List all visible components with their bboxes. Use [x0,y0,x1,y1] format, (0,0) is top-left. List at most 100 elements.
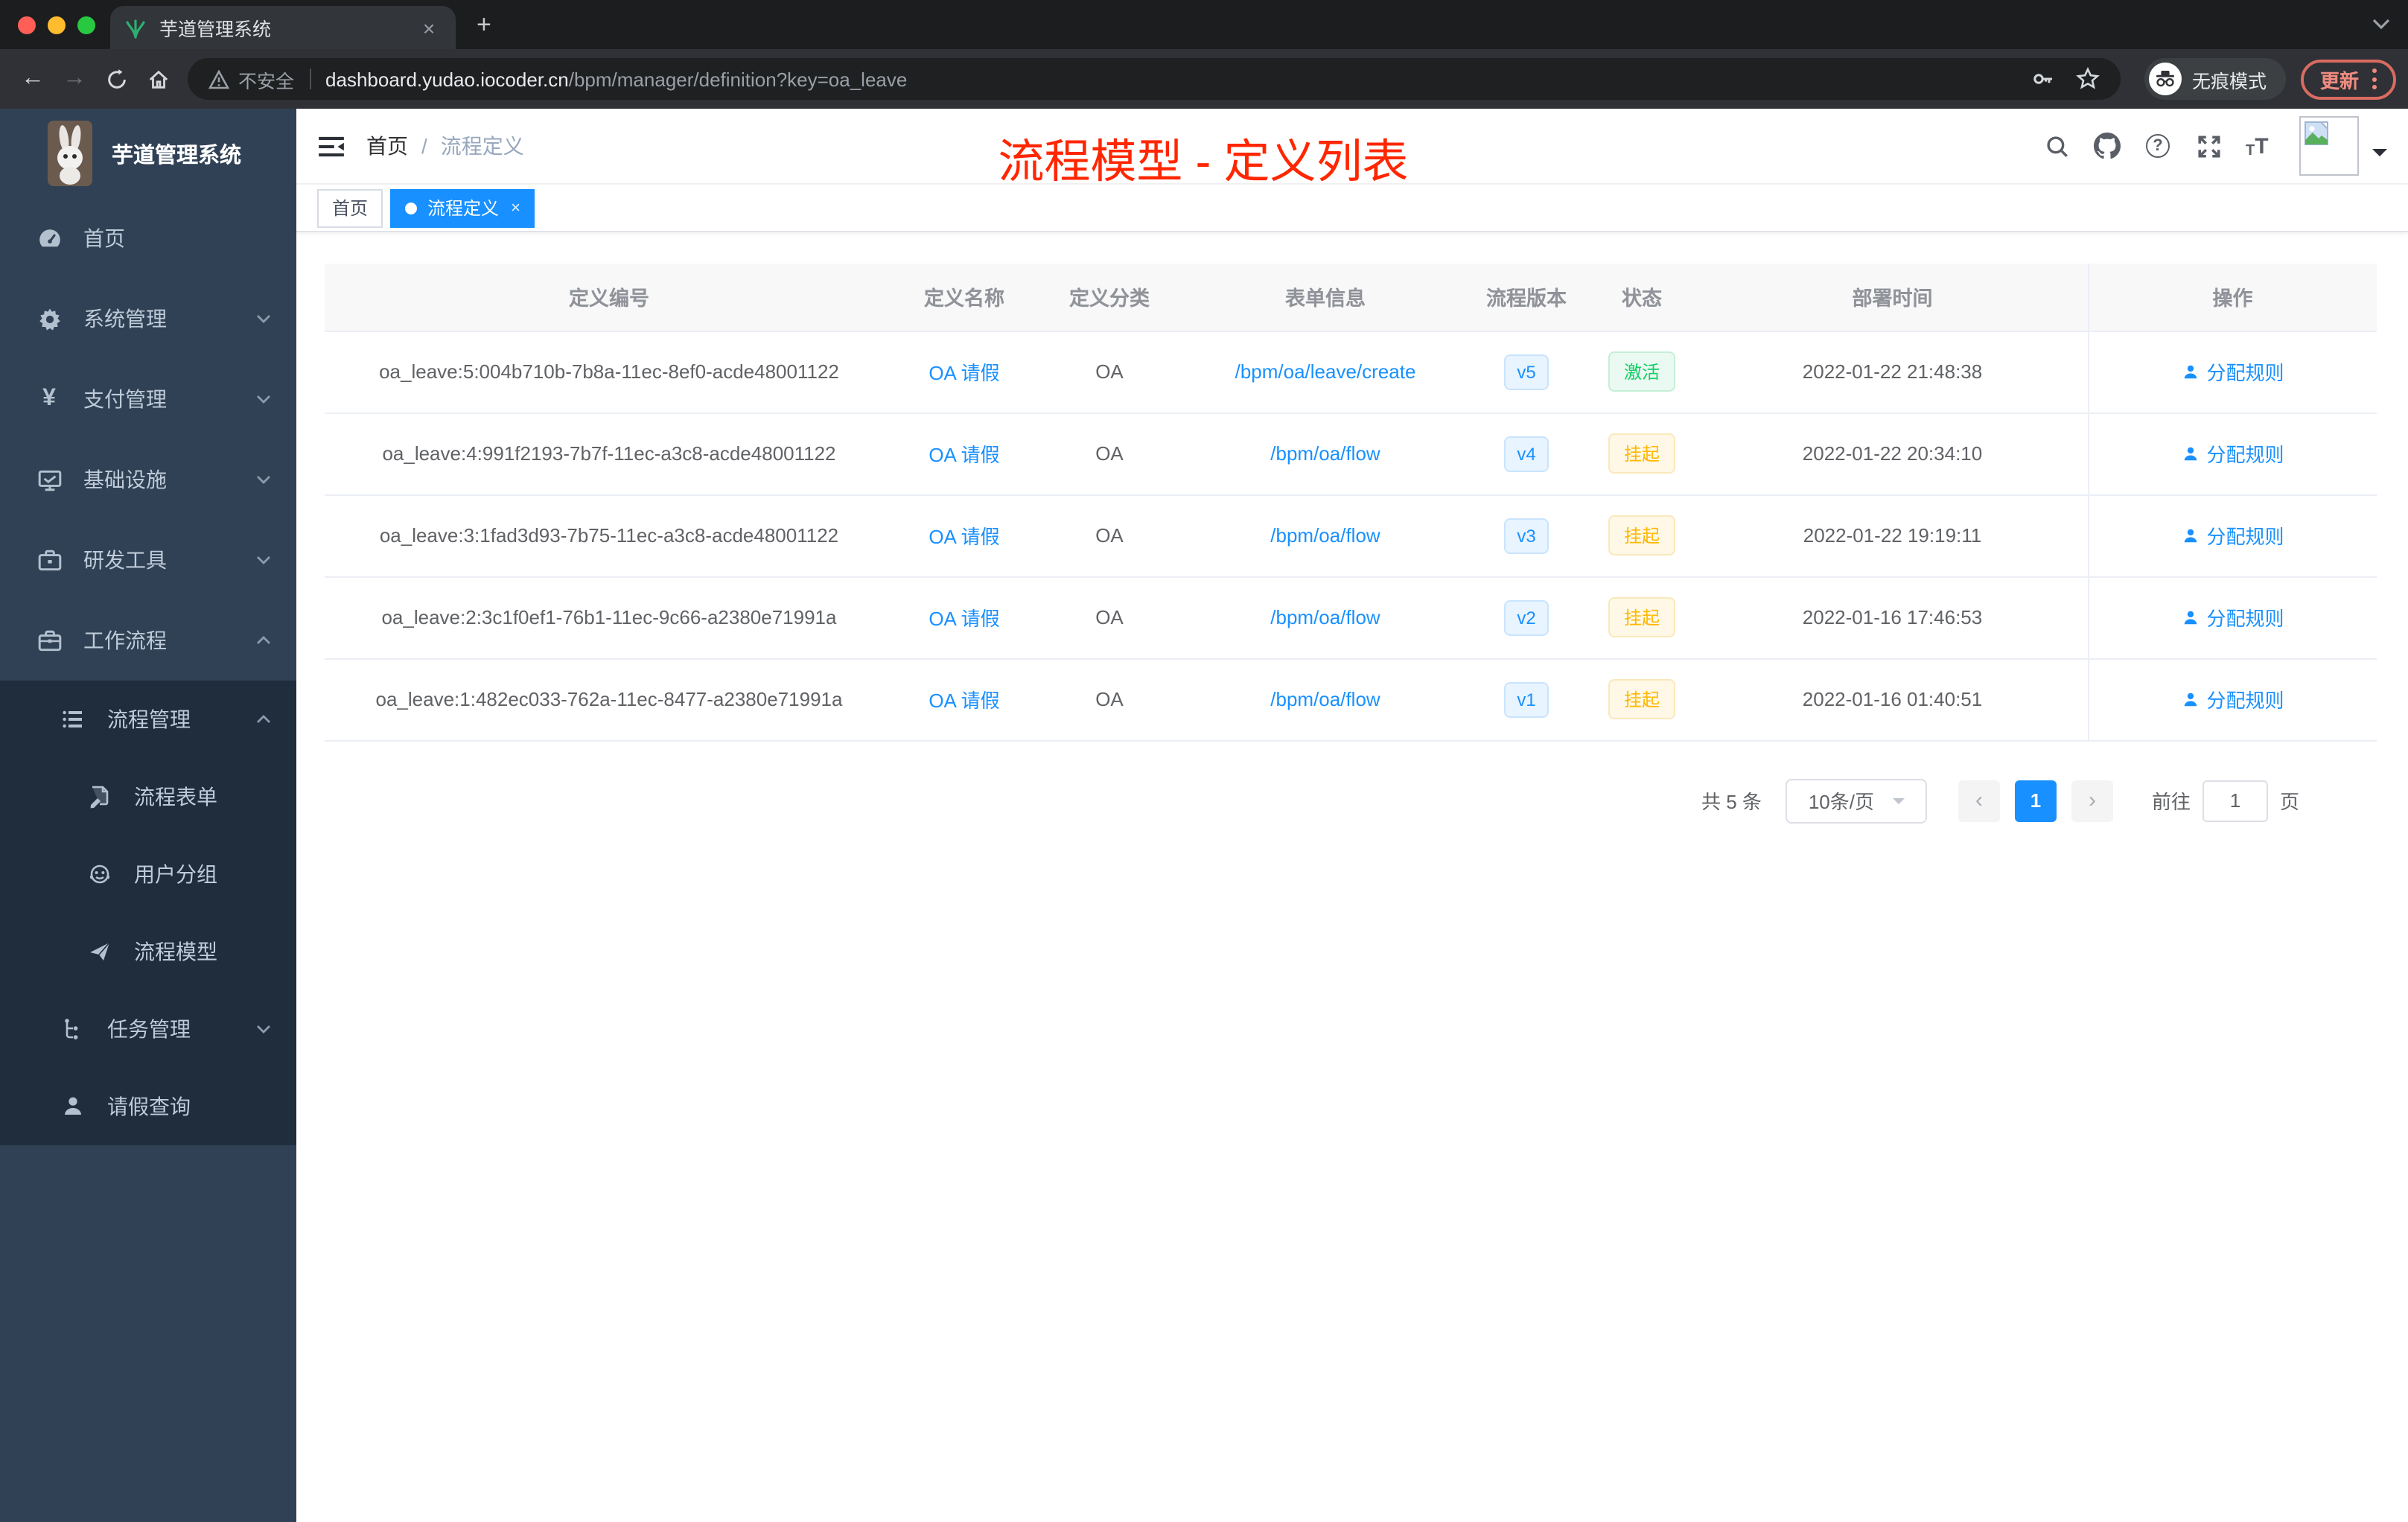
tab-close-icon[interactable]: × [417,16,441,39]
tree-icon [60,1016,86,1042]
sidebar-item-infra[interactable]: 基础设施 [0,439,296,520]
screenshot-annotation: 流程模型 - 定义列表 [998,136,1409,188]
col-form-info: 表单信息 [1184,264,1467,331]
form-info-link[interactable]: /bpm/oa/flow [1270,524,1380,547]
form-edit-icon [86,783,113,810]
github-icon[interactable] [2094,133,2121,159]
browser-toolbar: ← → 不安全 dashboard.yudao.iocoder.cn/bpm/m… [0,49,2408,109]
reload-icon[interactable] [95,58,137,100]
tag-home[interactable]: 首页 [317,188,383,227]
home-icon[interactable] [137,58,179,100]
new-tab-button[interactable]: + [477,12,491,37]
monitor-icon [36,466,63,493]
browser-tab[interactable]: 芋道管理系统 × [110,6,456,49]
col-definition-name: 定义名称 [894,264,1035,331]
definition-name-link[interactable]: OA 请假 [929,526,999,548]
window-minimize-button[interactable] [48,16,66,34]
next-page-button[interactable]: › [2071,780,2113,821]
sidebar-item-devtools[interactable]: 研发工具 [0,520,296,600]
chevron-down-icon [255,1020,273,1038]
deploy-time: 2022-01-16 17:46:53 [1698,576,2088,659]
password-key-icon[interactable] [2031,67,2055,91]
page-unit-label: 页 [2279,791,2299,813]
goto-page-input[interactable] [2202,780,2268,821]
window-zoom-button[interactable] [77,16,95,34]
sidebar-item-home[interactable]: 首页 [0,198,296,278]
definition-category: OA [1035,576,1184,659]
status-badge: 挂起 [1608,433,1675,474]
assign-rule-link[interactable]: 分配规则 [2181,439,2284,468]
sidebar: 芋道管理系统 首页 系统管理 ¥ 支付管理 基础设施 研发工具 工作流程 流程管… [0,109,296,1522]
assign-rule-link[interactable]: 分配规则 [2181,603,2284,631]
sidebar-item-payment[interactable]: ¥ 支付管理 [0,359,296,439]
assign-rule-link[interactable]: 分配规则 [2181,685,2284,713]
font-size-icon[interactable]: TT [2246,133,2272,159]
sidebar-item-user-group[interactable]: 用户分组 [0,835,296,913]
col-deploy-time: 部署时间 [1698,264,2088,331]
definition-name-link[interactable]: OA 请假 [929,444,999,466]
back-icon[interactable]: ← [12,58,54,100]
table-header-row: 定义编号 定义名称 定义分类 表单信息 流程版本 状态 部署时间 操作 [325,264,2377,331]
definition-category: OA [1035,413,1184,495]
assign-rule-link[interactable]: 分配规则 [2181,521,2284,550]
breadcrumb: 首页 / 流程定义 [366,131,524,161]
definition-name-link[interactable]: OA 请假 [929,608,999,630]
incognito-icon [2148,63,2182,95]
sidebar-fold-icon[interactable] [296,109,366,183]
browser-menu-kebab-icon[interactable] [2372,69,2377,89]
page-size-select[interactable]: 10条/页 [1785,778,1927,823]
table-row: oa_leave:5:004b710b-7b8a-11ec-8ef0-acde4… [325,331,2377,413]
sidebar-item-process-model[interactable]: 流程模型 [0,913,296,990]
tag-process-definition[interactable]: 流程定义 × [390,188,535,227]
chevron-up-icon [255,710,273,728]
definition-id: oa_leave:3:1fad3d93-7b75-11ec-a3c8-acde4… [325,494,894,577]
page-number-button[interactable]: 1 [2014,780,2057,821]
url-bar[interactable]: 不安全 dashboard.yudao.iocoder.cn/bpm/manag… [188,58,2121,100]
definition-name-link[interactable]: OA 请假 [929,690,999,712]
deploy-time: 2022-01-22 20:34:10 [1698,413,2088,495]
sidebar-item-process-form[interactable]: 流程表单 [0,758,296,835]
sidebar-item-process-mgmt[interactable]: 流程管理 [0,681,296,758]
browser-update-button[interactable]: 更新 [2300,59,2396,99]
sidebar-item-leave-query[interactable]: 请假查询 [0,1068,296,1145]
avatar-dropdown-caret-icon[interactable] [2372,149,2387,164]
user-avatar[interactable] [2299,116,2359,176]
status-badge: 挂起 [1608,679,1675,719]
bookmark-star-icon[interactable] [2076,67,2100,91]
search-icon[interactable] [2043,133,2070,159]
definition-category: OA [1035,658,1184,741]
tag-close-icon[interactable]: × [511,199,520,217]
sidebar-item-workflow[interactable]: 工作流程 [0,600,296,681]
form-info-link[interactable]: /bpm/oa/leave/create [1235,360,1416,383]
sidebar-item-task-mgmt[interactable]: 任务管理 [0,990,296,1068]
help-icon[interactable]: ? [2144,133,2171,159]
assign-rule-link[interactable]: 分配规则 [2181,357,2284,386]
form-info-link[interactable]: /bpm/oa/flow [1270,688,1380,710]
pagination: 共 5 条 10条/页 ‹ 1 › 前往 页 [325,778,2377,823]
form-info-link[interactable]: /bpm/oa/flow [1270,442,1380,465]
form-info-link[interactable]: /bpm/oa/flow [1270,606,1380,628]
security-label[interactable]: 不安全 [238,65,294,93]
status-badge: 挂起 [1608,597,1675,637]
prev-page-button[interactable]: ‹ [1958,780,2000,821]
window-close-button[interactable] [18,16,36,34]
breadcrumb-separator: / [421,134,427,158]
content-area: 定义编号 定义名称 定义分类 表单信息 流程版本 状态 部署时间 操作 oa_l [296,232,2408,1522]
forward-icon[interactable]: → [54,58,95,100]
fullscreen-icon[interactable] [2195,133,2222,159]
sidebar-item-system[interactable]: 系统管理 [0,278,296,359]
sidebar-logo[interactable]: 芋道管理系统 [0,109,296,198]
deploy-time: 2022-01-22 21:48:38 [1698,331,2088,413]
update-label[interactable]: 更新 [2320,65,2359,93]
user-icon [60,1093,86,1120]
breadcrumb-home[interactable]: 首页 [366,131,408,161]
chevron-up-icon [255,631,273,649]
version-badge: v5 [1503,354,1549,389]
breadcrumb-current: 流程定义 [440,134,524,158]
chevron-down-icon [255,551,273,569]
yen-icon: ¥ [42,386,56,411]
tab-search-chevron-icon[interactable] [2372,18,2390,30]
definition-name-link[interactable]: OA 请假 [929,362,999,384]
toolbox-icon [36,547,63,573]
list-icon [60,706,86,733]
